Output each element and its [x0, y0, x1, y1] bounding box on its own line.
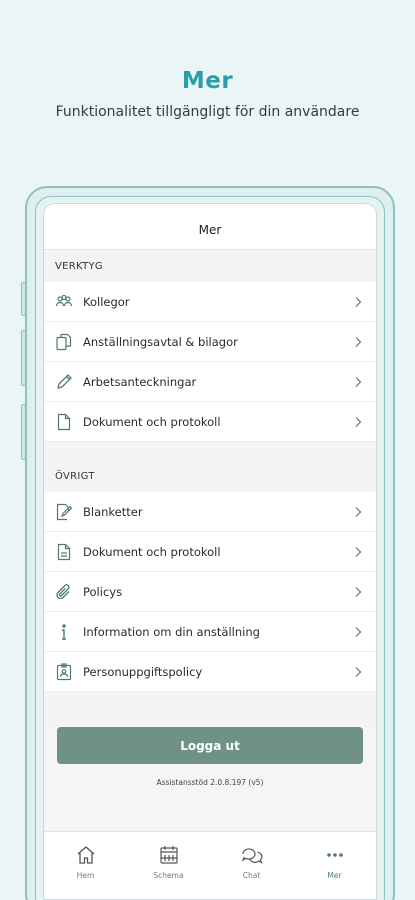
chevron-right-icon: [352, 336, 364, 348]
logout-button[interactable]: Logga ut: [57, 727, 363, 764]
tab-label: Schema: [153, 871, 184, 880]
form-edit-icon: [54, 502, 74, 522]
phone-side-button: [21, 404, 26, 460]
menu-item-label: Arbetsanteckningar: [83, 374, 197, 389]
tab-label: Mer: [327, 871, 342, 880]
chevron-right-icon: [352, 416, 364, 428]
menu-item-label: Dokument och protokoll: [83, 414, 221, 429]
document-lines-icon: [54, 542, 74, 562]
logout-spacer: [44, 692, 376, 727]
chevron-right-icon: [352, 506, 364, 518]
tab-label: Hem: [76, 871, 95, 880]
menu-item-label: Anställningsavtal & bilagor: [83, 334, 238, 349]
version-text: Assistansstöd 2.0.8.197 (v5): [156, 778, 264, 787]
calendar-icon: [158, 844, 180, 866]
menu-item-personuppgiftspolicy[interactable]: Personuppgiftspolicy: [44, 652, 376, 692]
more-icon: [324, 844, 346, 866]
menu-item-label: Blanketter: [83, 504, 143, 519]
nav-bar: Mer: [44, 204, 376, 250]
copy-documents-icon: [54, 332, 74, 352]
verktyg-list: Kollegor Anställningsavtal & bilagor Arb…: [44, 282, 376, 442]
menu-item-dokument-och-protokoll[interactable]: Dokument och protokoll: [44, 402, 376, 442]
promo-title: Mer: [181, 68, 234, 94]
info-icon: [54, 622, 74, 642]
menu-item-information[interactable]: Information om din anställning: [44, 612, 376, 652]
paperclip-icon: [54, 582, 74, 602]
badge-icon: [54, 662, 74, 682]
phone-side-button: [21, 330, 26, 386]
menu-item-label: Information om din anställning: [83, 624, 260, 639]
section-gap: [44, 442, 376, 460]
promo-subtitle: Funktionalitet tillgängligt för din anvä…: [55, 104, 360, 120]
app-screen: Mer VERKTYG Kollegor Anställningsavtal &: [43, 203, 377, 900]
section-header-ovrigt: ÖVRIGT: [44, 460, 376, 492]
menu-item-label: Personuppgiftspolicy: [83, 664, 203, 679]
pencil-icon: [54, 372, 74, 392]
chevron-right-icon: [352, 296, 364, 308]
tab-chat[interactable]: Chat: [210, 832, 293, 899]
tab-mer[interactable]: Mer: [293, 832, 376, 899]
chevron-right-icon: [352, 586, 364, 598]
menu-item-dokument-och-protokoll-2[interactable]: Dokument och protokoll: [44, 532, 376, 572]
chevron-right-icon: [352, 666, 364, 678]
phone-side-button: [21, 282, 26, 316]
tab-schema[interactable]: Schema: [127, 832, 210, 899]
menu-item-label: Policys: [83, 584, 123, 599]
menu-item-kollegor[interactable]: Kollegor: [44, 282, 376, 322]
page-title: Mer: [198, 222, 222, 237]
people-icon: [54, 292, 74, 312]
document-icon: [54, 412, 74, 432]
menu-item-label: Kollegor: [83, 294, 130, 309]
ovrigt-list: Blanketter Dokument och protokoll Policy…: [44, 492, 376, 692]
menu-item-blanketter[interactable]: Blanketter: [44, 492, 376, 532]
tab-hem[interactable]: Hem: [44, 832, 127, 899]
chevron-right-icon: [352, 376, 364, 388]
menu-item-arbetsanteckningar[interactable]: Arbetsanteckningar: [44, 362, 376, 402]
chevron-right-icon: [352, 546, 364, 558]
tab-bar: Hem Schema Chat Mer: [44, 831, 376, 899]
menu-item-policys[interactable]: Policys: [44, 572, 376, 612]
menu-item-label: Dokument och protokoll: [83, 544, 221, 559]
section-header-verktyg: VERKTYG: [44, 250, 376, 282]
tab-label: Chat: [242, 871, 261, 880]
chevron-right-icon: [352, 626, 364, 638]
menu-item-anstallningsavtal[interactable]: Anställningsavtal & bilagor: [44, 322, 376, 362]
chat-icon: [241, 844, 263, 866]
home-icon: [75, 844, 97, 866]
